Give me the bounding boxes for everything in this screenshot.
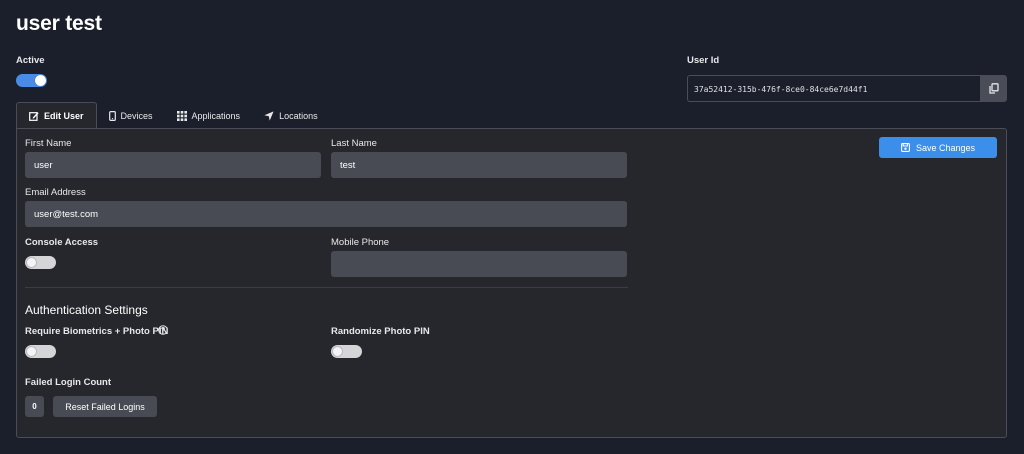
save-icon — [901, 143, 910, 152]
active-label: Active — [16, 55, 45, 66]
biometrics-label: Require Biometrics + Photo PIN — [25, 326, 169, 337]
tab-applications[interactable]: Applications — [165, 102, 253, 129]
last-name-input[interactable]: test — [331, 152, 627, 178]
copy-button[interactable] — [980, 75, 1007, 102]
mobile-icon — [108, 110, 116, 121]
tab-label: Devices — [120, 110, 153, 121]
randomize-pin-toggle[interactable] — [331, 345, 362, 358]
toggle-knob — [35, 75, 46, 86]
copy-icon — [988, 83, 999, 94]
first-name-input[interactable]: user — [25, 152, 321, 178]
user-id-field[interactable]: 37a52412-315b-476f-8ce0-84ce6e7d44f1 — [687, 75, 980, 102]
console-access-label: Console Access — [25, 237, 99, 248]
divider — [25, 287, 628, 288]
page-title: user test — [16, 12, 102, 35]
randomize-pin-label: Randomize Photo PIN — [331, 326, 430, 337]
authentication-settings-title: Authentication Settings — [25, 303, 148, 317]
edit-icon — [29, 112, 39, 121]
mobile-phone-input[interactable] — [331, 251, 627, 277]
console-access-toggle[interactable] — [25, 256, 56, 269]
mobile-phone-label: Mobile Phone — [331, 237, 390, 248]
location-arrow-icon — [264, 110, 274, 121]
tab-devices[interactable]: Devices — [97, 102, 165, 129]
save-button[interactable]: Save Changes — [879, 137, 997, 158]
toggle-knob — [26, 257, 37, 268]
tab-label: Locations — [279, 110, 318, 121]
help-icon[interactable] — [158, 325, 168, 335]
tab-locations[interactable]: Locations — [252, 102, 330, 129]
email-label: Email Address — [25, 187, 86, 198]
tab-label: Edit User — [44, 111, 84, 121]
tab-edit-user[interactable]: Edit User — [16, 102, 97, 129]
failed-login-count-label: Failed Login Count — [25, 377, 112, 388]
tab-label: Applications — [191, 110, 241, 121]
toggle-knob — [332, 346, 343, 357]
save-button-label: Save Changes — [915, 142, 976, 153]
reset-failed-logins-button[interactable]: Reset Failed Logins — [53, 396, 157, 417]
toggle-knob — [26, 346, 37, 357]
active-toggle[interactable] — [16, 74, 47, 87]
tab-bar: Edit User Devices Applications Locations — [16, 102, 330, 129]
grid-icon — [176, 110, 187, 121]
email-input[interactable]: user@test.com — [25, 201, 627, 227]
biometrics-toggle[interactable] — [25, 345, 56, 358]
first-name-label: First Name — [25, 138, 72, 149]
last-name-label: Last Name — [331, 138, 377, 149]
user-id-label: User Id — [687, 55, 720, 66]
failed-login-count: 0 — [25, 396, 44, 417]
